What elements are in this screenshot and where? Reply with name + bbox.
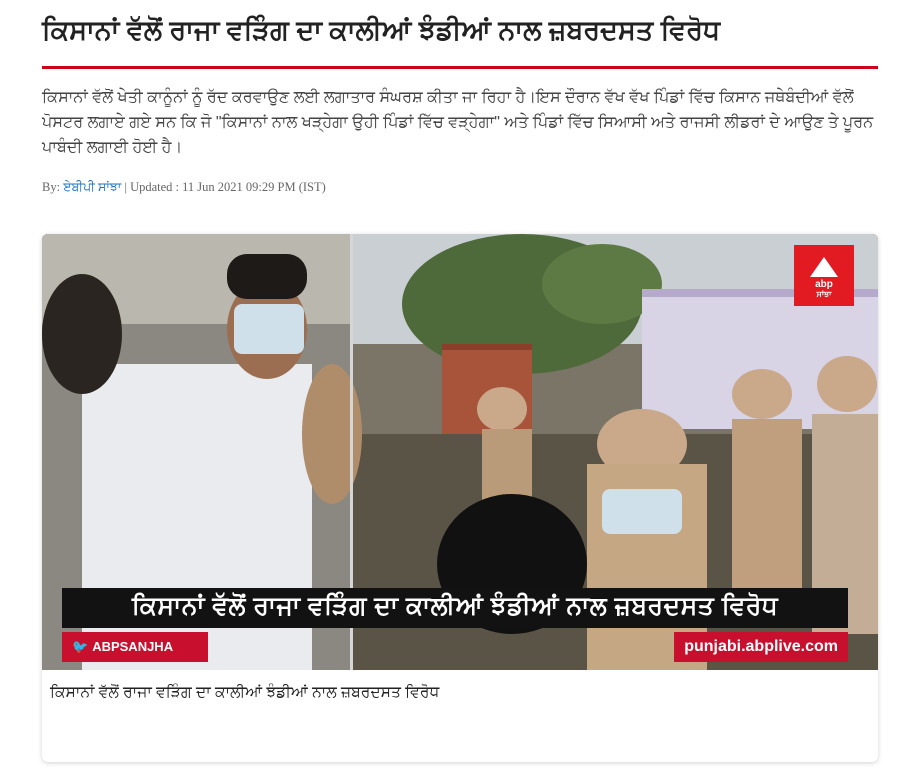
media-card: abp ਸਾਂਝਾ ਕਿਸਾਨਾਂ ਵੱਲੋਂ ਰਾਜਾ ਵੜਿੰਗ ਦਾ ਕਾ… <box>42 234 878 762</box>
image-caption: ਕਿਸਾਨਾਂ ਵੱਲੋਂ ਰਾਜਾ ਵੜਿੰਗ ਦਾ ਕਾਲੀਆਂ ਝੰਡੀਆ… <box>50 684 440 701</box>
article-summary: ਕਿਸਾਨਾਂ ਵੱਲੋਂ ਖੇਤੀ ਕਾਨੂੰਨਾਂ ਨੂੰ ਰੱਦ ਕਰਵਾ… <box>42 89 874 156</box>
title-divider <box>42 66 878 69</box>
article-title: ਕਿਸਾਨਾਂ ਵੱਲੋਂ ਰਾਜਾ ਵੜਿੰਗ ਦਾ ਕਾਲੀਆਂ ਝੰਡੀਆ… <box>42 15 721 45</box>
logo-triangle-icon <box>810 257 838 277</box>
byline-prefix: By: <box>42 180 64 194</box>
video-headline-text: ਕਿਸਾਨਾਂ ਵੱਲੋਂ ਰਾਜਾ ਵੜਿੰਗ ਦਾ ਕਾਲੀਆਂ ਝੰਡੀਆ… <box>131 592 779 620</box>
byline: By: ਏਬੀਪੀ ਸਾਂਝਾ | Updated : 11 Jun 2021 … <box>42 180 326 195</box>
logo-text-abp: abp <box>815 279 833 290</box>
social-handle-text: ABPSANJHA <box>92 639 174 654</box>
site-url: punjabi.abplive.com <box>674 632 848 662</box>
updated-timestamp: | Updated : 11 Jun 2021 09:29 PM (IST) <box>121 180 326 194</box>
social-handle: 🐦 ABPSANJHA <box>62 632 208 662</box>
news-photo[interactable]: abp ਸਾਂਝਾ ਕਿਸਾਨਾਂ ਵੱਲੋਂ ਰਾਜਾ ਵੜਿੰਗ ਦਾ ਕਾ… <box>42 234 878 670</box>
video-footer-bar: 🐦 ABPSANJHA punjabi.abplive.com <box>62 632 848 662</box>
twitter-icon: 🐦 <box>72 639 89 654</box>
abp-sanjha-logo: abp ਸਾਂਝਾ <box>794 245 854 306</box>
logo-text-sanjha: ਸਾਂਝਾ <box>816 290 832 299</box>
video-headline-band: ਕਿਸਾਨਾਂ ਵੱਲੋਂ ਰਾਜਾ ਵੜਿੰਗ ਦਾ ਕਾਲੀਆਂ ਝੰਡੀਆ… <box>62 588 848 628</box>
author-link[interactable]: ਏਬੀਪੀ ਸਾਂਝਾ <box>63 180 121 194</box>
